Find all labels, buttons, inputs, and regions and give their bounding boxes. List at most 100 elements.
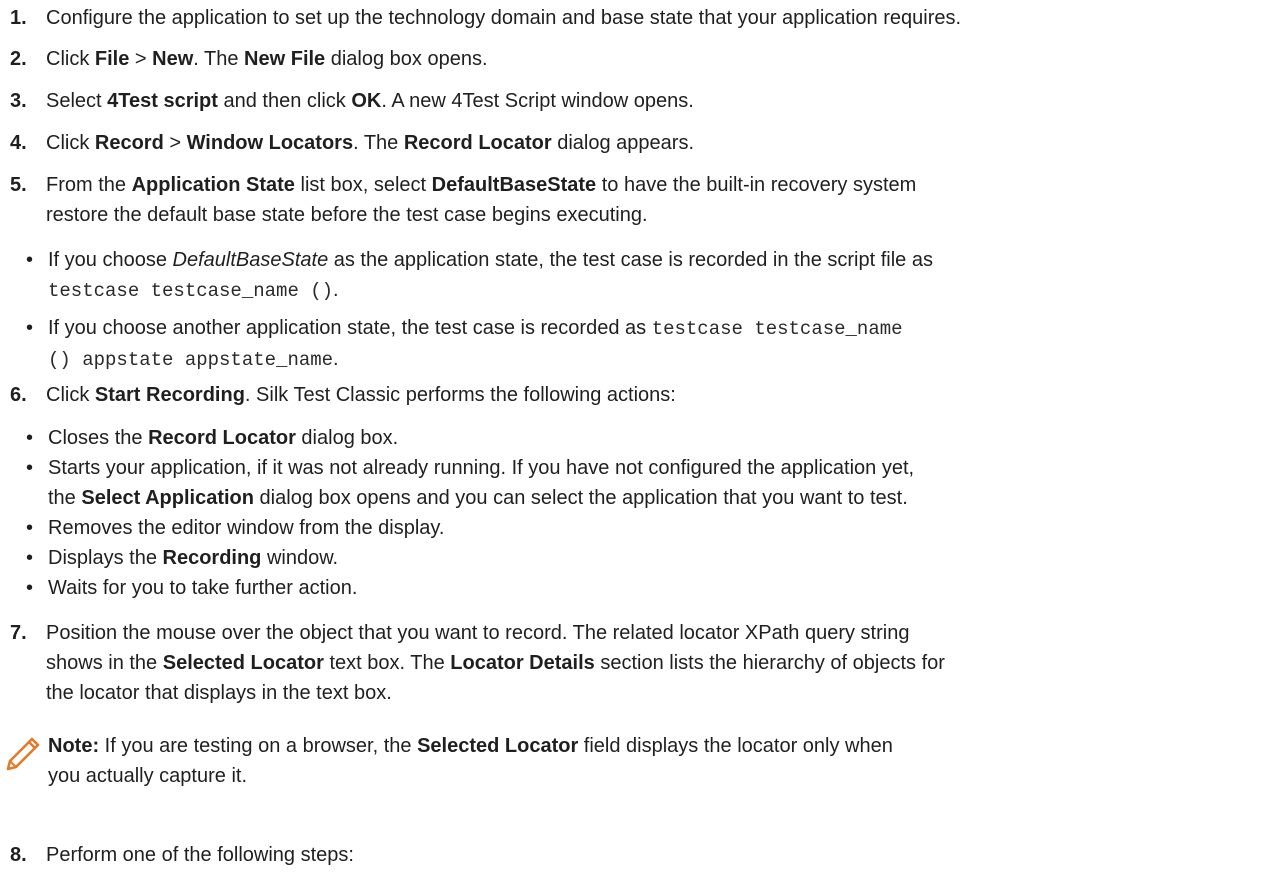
- bullet: •: [26, 547, 34, 569]
- step-text-continued: the locator that displays in the text bo…: [46, 682, 392, 704]
- bullet: •: [26, 317, 34, 339]
- step-3: 3. Select 4Test script and then click OK…: [0, 86, 694, 116]
- text-run: Closes the: [48, 427, 149, 449]
- list-item: • Displays the Recording window.: [0, 543, 1279, 573]
- step-8: 8. Perform one of the following steps:: [0, 840, 354, 870]
- text-run: From the: [46, 174, 132, 196]
- step-number: 6.: [10, 384, 27, 406]
- text-run: shows in the: [46, 652, 163, 674]
- text-run: to have the built-in recovery system: [596, 174, 917, 196]
- step-number: 2.: [10, 48, 27, 70]
- section-name: Locator Details: [450, 652, 595, 674]
- text-run: as the application state, the test case …: [328, 249, 933, 271]
- bullet: •: [26, 457, 34, 479]
- text-run: the: [48, 487, 82, 509]
- note-text: Note: If you are testing on a browser, t…: [48, 731, 1279, 761]
- list-item: • If you choose DefaultBaseState as the …: [0, 245, 1279, 306]
- text-run: Displays the: [48, 547, 163, 569]
- menu-new: New: [152, 48, 194, 70]
- step-2: 2. Click File > New. The New File dialog…: [0, 44, 488, 74]
- step-7: 7. Position the mouse over the object th…: [0, 618, 945, 708]
- menu-record: Record: [94, 132, 164, 154]
- dialog-name: New File: [244, 48, 326, 70]
- step-text-continued: shows in the Selected Locator text box. …: [46, 648, 945, 678]
- text-run: >: [129, 48, 153, 70]
- step-number: 5.: [10, 174, 27, 196]
- step-text: Select 4Test script and then click OK. A…: [46, 86, 694, 116]
- button-name: Start Recording: [94, 384, 245, 406]
- text-run: Starts your application, if it was not a…: [48, 457, 915, 479]
- step-text: Click Record > Window Locators. The Reco…: [46, 128, 694, 158]
- list-item: • Starts your application, if it was not…: [0, 453, 1279, 513]
- text-run: .: [333, 348, 339, 370]
- field-name: Selected Locator: [162, 652, 324, 674]
- menu-file: File: [94, 48, 130, 70]
- bullet: •: [26, 249, 34, 271]
- list-item: • Removes the editor window from the dis…: [0, 513, 1279, 543]
- dialog-name: Select Application: [81, 487, 254, 509]
- step-number: 7.: [10, 622, 27, 644]
- step-text: Position the mouse over the object that …: [46, 622, 910, 644]
- text-run: dialog box opens.: [325, 48, 488, 70]
- text-run: Click: [46, 48, 95, 70]
- text-run: field displays the locator only when: [578, 735, 893, 757]
- step-5: 5. From the Application State list box, …: [0, 170, 916, 230]
- text-run: section lists the hierarchy of objects f…: [594, 652, 945, 674]
- dialog-name: Record Locator: [403, 132, 552, 154]
- field-name: Selected Locator: [417, 735, 579, 757]
- step-number: 3.: [10, 90, 27, 112]
- italic-term: DefaultBaseState: [172, 249, 329, 271]
- list-item: • Closes the Record Locator dialog box.: [0, 423, 1279, 453]
- note-text-continued: you actually capture it.: [48, 765, 247, 787]
- text-run: . The: [193, 48, 245, 70]
- text-run: If you choose another application state,…: [48, 317, 652, 339]
- text-run: Removes the editor window from the displ…: [48, 517, 445, 539]
- bullet: •: [26, 577, 34, 599]
- text-run: Click: [46, 132, 95, 154]
- step-number: 4.: [10, 132, 27, 154]
- step-4: 4. Click Record > Window Locators. The R…: [0, 128, 694, 158]
- value-name: DefaultBaseState: [431, 174, 597, 196]
- text-run: window.: [261, 547, 339, 569]
- text-run: . The: [353, 132, 404, 154]
- step-1: 1. Configure the application to set up t…: [0, 3, 961, 33]
- document: 1. Configure the application to set up t…: [0, 0, 1279, 875]
- text-run: Waits for you to take further action.: [48, 577, 358, 599]
- pencil-icon: [2, 735, 42, 775]
- dialog-name: Record Locator: [148, 427, 296, 449]
- list-item: • If you choose another application stat…: [0, 313, 1279, 375]
- step-6-bullets: • Closes the Record Locator dialog box. …: [0, 423, 1279, 603]
- step-number: 8.: [10, 844, 27, 866]
- text-run: . A new 4Test Script window opens.: [381, 90, 694, 112]
- window-name: Recording: [162, 547, 262, 569]
- step-text: From the Application State list box, sel…: [46, 170, 916, 200]
- text-run: list box, select: [294, 174, 432, 196]
- step-text: Click Start Recording. Silk Test Classic…: [46, 380, 676, 410]
- text-run: Click: [46, 384, 95, 406]
- step-5-bullets: • If you choose DefaultBaseState as the …: [0, 245, 1279, 306]
- field-name: Application State: [131, 174, 295, 196]
- text-run: Select: [46, 90, 108, 112]
- step-5-bullets-2: • If you choose another application stat…: [0, 313, 1279, 375]
- text-run: .: [333, 279, 339, 301]
- text-run: If you choose: [48, 249, 173, 271]
- step-number: 1.: [10, 7, 27, 29]
- step-text: Click File > New. The New File dialog bo…: [46, 44, 488, 74]
- code-snippet: testcase testcase_name (): [48, 280, 334, 302]
- bullet: •: [26, 427, 34, 449]
- text-run: dialog box.: [295, 427, 399, 449]
- text-run: and then click: [217, 90, 352, 112]
- note: Note: If you are testing on a browser, t…: [0, 731, 1279, 791]
- code-snippet: testcase testcase_name: [651, 318, 903, 340]
- menu-window-locators: Window Locators: [186, 132, 354, 154]
- list-item: • Waits for you to take further action.: [0, 573, 1279, 603]
- text-run: dialog appears.: [551, 132, 694, 154]
- button-name: OK: [351, 90, 382, 112]
- step-text: Perform one of the following steps:: [46, 844, 354, 866]
- step-6: 6. Click Start Recording. Silk Test Clas…: [0, 380, 676, 410]
- code-snippet: () appstate appstate_name: [48, 349, 334, 371]
- text-run: dialog box opens and you can select the …: [254, 487, 908, 509]
- text-run: If you are testing on a browser, the: [99, 735, 418, 757]
- text-run: . Silk Test Classic performs the followi…: [244, 384, 676, 406]
- item-name: 4Test script: [107, 90, 218, 112]
